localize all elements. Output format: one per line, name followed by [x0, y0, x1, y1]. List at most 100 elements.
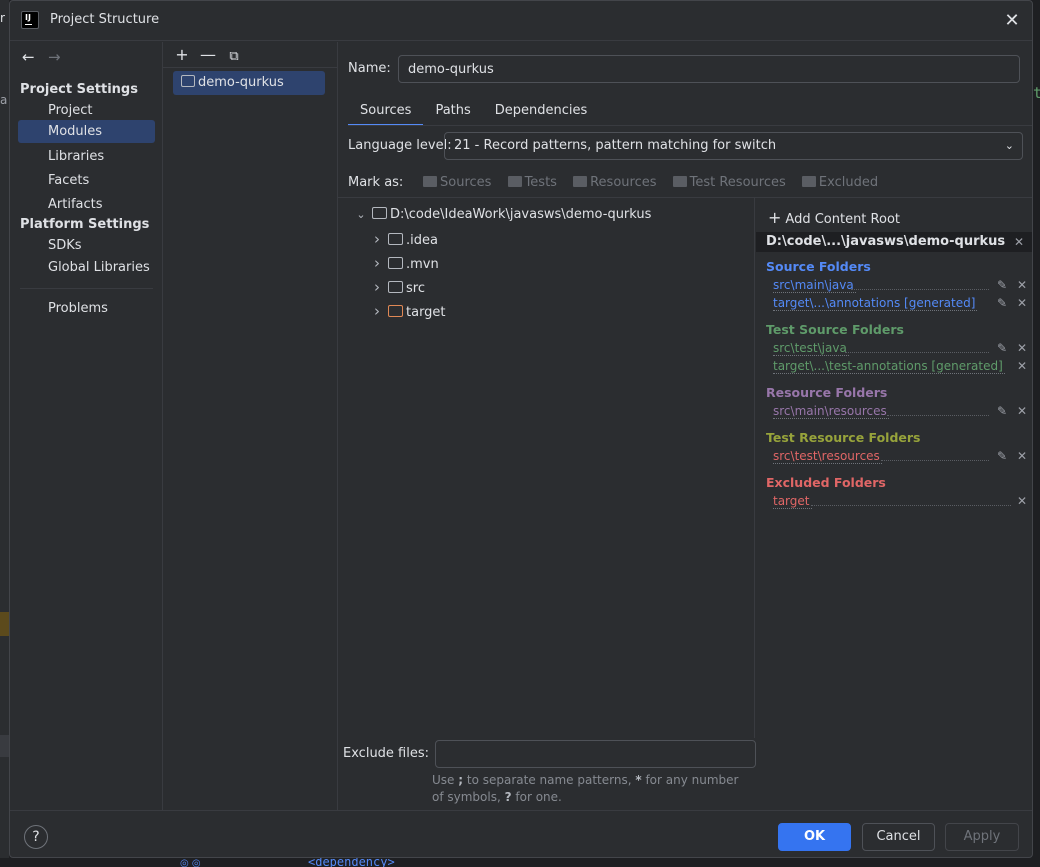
mark-as-sources-button[interactable]: Sources — [423, 175, 491, 190]
remove-icon[interactable]: ✕ — [1017, 492, 1027, 510]
mark-as-test-resources-label: Test Resources — [689, 175, 786, 190]
hint-text: Use — [432, 773, 459, 787]
background-char-2: a — [0, 93, 8, 107]
nav-item-sdks[interactable]: SDKs — [18, 234, 155, 257]
forward-arrow-icon[interactable]: → — [48, 48, 74, 66]
module-settings: Name: SourcesPathsDependencies Language … — [338, 42, 1032, 810]
nav-item-global-libraries[interactable]: Global Libraries — [18, 256, 155, 279]
module-folder-icon — [181, 75, 195, 87]
tree-row-idea[interactable]: › .idea — [368, 228, 438, 250]
add-content-root-button[interactable]: + Add Content Root — [768, 208, 900, 227]
chevron-right-icon[interactable]: › — [368, 252, 386, 274]
tree-row-mvn[interactable]: › .mvn — [368, 252, 439, 274]
tree-item-label: target — [406, 305, 446, 320]
nav-item-facets[interactable]: Facets — [18, 169, 155, 192]
exclude-files-hint: Use ; to separate name patterns, * for a… — [432, 772, 752, 806]
background-code-fragment: ta — [1033, 84, 1040, 102]
mark-as-test-resources-button[interactable]: Test Resources — [672, 175, 786, 190]
tests-folder-icon — [507, 176, 522, 187]
remove-content-root-icon[interactable]: ✕ — [1014, 232, 1024, 252]
test-resources-folder-icon — [672, 176, 687, 187]
mark-as-toolbar: Sources Tests Resources Test Resources E… — [423, 175, 890, 190]
excluded-folder-icon — [388, 305, 403, 317]
nav-item-libraries[interactable]: Libraries — [18, 145, 155, 168]
module-item-demo-qurkus[interactable]: demo-qurkus — [173, 71, 325, 95]
resource-folder-path: src\main\resources — [773, 404, 889, 419]
row-leader — [881, 447, 989, 461]
folder-icon — [388, 281, 403, 293]
tab-dependencies[interactable]: Dependencies — [483, 100, 600, 126]
cancel-button[interactable]: Cancel — [862, 823, 935, 851]
remove-icon[interactable]: ✕ — [1017, 339, 1027, 357]
resource-folder-row: src\main\resources ✎ ✕ — [773, 402, 1027, 420]
nav-section-project-settings: Project Settings — [20, 82, 138, 97]
module-tabs: Sources Paths Dependencies — [348, 100, 599, 126]
nav-item-artifacts[interactable]: Artifacts — [18, 193, 155, 216]
add-module-icon[interactable]: + — [169, 45, 195, 64]
mark-as-tests-button[interactable]: Tests — [507, 175, 557, 190]
source-folders-title: Source Folders — [766, 259, 871, 274]
test-source-folder-path: target\...\test-annotations [generated] — [773, 359, 1005, 374]
modules-toolbar: + — ⧉ — [169, 45, 247, 64]
nav-item-project[interactable]: Project — [18, 99, 155, 122]
language-level-select[interactable]: 21 - Record patterns, pattern matching f… — [444, 132, 1023, 160]
mark-as-excluded-button[interactable]: Excluded — [801, 175, 878, 190]
tree-row-src[interactable]: › src — [368, 276, 425, 298]
tree-row-root[interactable]: ⌄ D:\code\IdeaWork\javasws\demo-qurkus — [352, 204, 651, 226]
sources-folder-icon — [423, 176, 437, 187]
ok-button[interactable]: OK — [778, 823, 851, 851]
edit-icon[interactable]: ✎ — [997, 276, 1007, 294]
back-arrow-icon[interactable]: ← — [22, 48, 48, 66]
chevron-right-icon[interactable]: › — [368, 228, 386, 250]
nav-item-modules[interactable]: Modules — [18, 120, 155, 143]
hint-question: ? — [504, 790, 512, 804]
chevron-right-icon[interactable]: › — [368, 300, 386, 322]
nav-item-problems[interactable]: Problems — [18, 297, 155, 320]
remove-icon[interactable]: ✕ — [1017, 357, 1027, 375]
test-source-folder-row: src\test\java ✎ ✕ — [773, 339, 1027, 357]
dialog-title: Project Structure — [50, 12, 160, 27]
resource-folders-title: Resource Folders — [766, 385, 888, 400]
tree-row-target[interactable]: › target — [368, 300, 446, 322]
content-root-panel: + Add Content Root D:\code\...\javasws\de… — [756, 198, 1032, 810]
test-source-folders-title: Test Source Folders — [766, 322, 904, 337]
remove-icon[interactable]: ✕ — [1017, 276, 1027, 294]
test-resource-folder-path: src\test\resources — [773, 449, 882, 464]
test-source-folder-path: src\test\java — [773, 341, 849, 356]
module-name-input[interactable] — [398, 55, 1020, 83]
edit-icon[interactable]: ✎ — [997, 294, 1007, 312]
remove-icon[interactable]: ✕ — [1017, 294, 1027, 312]
close-icon[interactable]: ✕ — [998, 7, 1026, 35]
apply-button[interactable]: Apply — [945, 823, 1019, 851]
remove-icon[interactable]: ✕ — [1017, 447, 1027, 465]
test-resource-folder-row: src\test\resources ✎ ✕ — [773, 447, 1027, 465]
chevron-right-icon[interactable]: › — [368, 276, 386, 298]
remove-module-icon[interactable]: — — [195, 45, 221, 64]
help-icon[interactable]: ? — [24, 825, 48, 849]
exclude-files-input[interactable] — [435, 740, 756, 768]
add-content-root-label: Add Content Root — [785, 212, 900, 227]
row-leader — [845, 339, 989, 353]
tree-root-label: D:\code\IdeaWork\javasws\demo-qurkus — [390, 207, 652, 222]
row-leader — [851, 276, 989, 290]
mark-as-resources-button[interactable]: Resources — [573, 175, 656, 190]
language-level-value: 21 - Record patterns, pattern matching f… — [454, 138, 777, 153]
dialog-footer: ? OK Cancel Apply — [10, 810, 1032, 857]
modules-toolbar-divider — [163, 67, 337, 68]
nav-separator — [20, 288, 153, 289]
modules-column: + — ⧉ demo-qurkus — [163, 42, 338, 810]
source-folder-row: target\...\annotations [generated] ✎ ✕ — [773, 294, 1027, 312]
background-icons: ◎ ◎ — [180, 858, 201, 867]
copy-module-icon[interactable]: ⧉ — [221, 49, 247, 64]
chevron-down-icon[interactable]: ⌄ — [352, 204, 370, 226]
source-folder-path: target\...\annotations [generated] — [773, 296, 978, 311]
tab-sources[interactable]: Sources — [348, 100, 424, 126]
excluded-folders-title: Excluded Folders — [766, 475, 886, 490]
background-ide-row — [0, 735, 9, 757]
test-source-folder-row: target\...\test-annotations [generated] … — [773, 357, 1027, 375]
tab-paths[interactable]: Paths — [423, 100, 482, 126]
edit-icon[interactable]: ✎ — [997, 402, 1007, 420]
edit-icon[interactable]: ✎ — [997, 339, 1007, 357]
edit-icon[interactable]: ✎ — [997, 447, 1007, 465]
remove-icon[interactable]: ✕ — [1017, 402, 1027, 420]
